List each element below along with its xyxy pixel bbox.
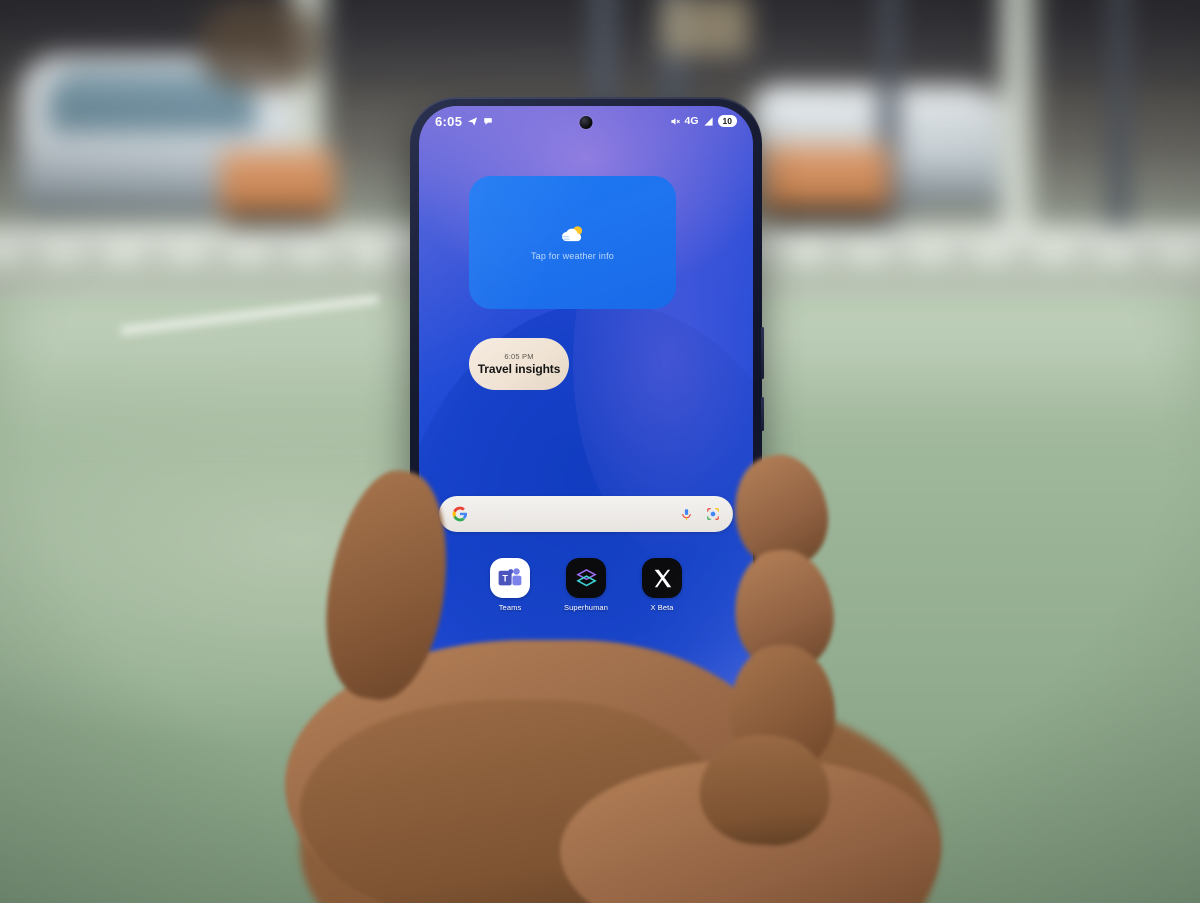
hand-holding-phone	[0, 0, 1200, 903]
